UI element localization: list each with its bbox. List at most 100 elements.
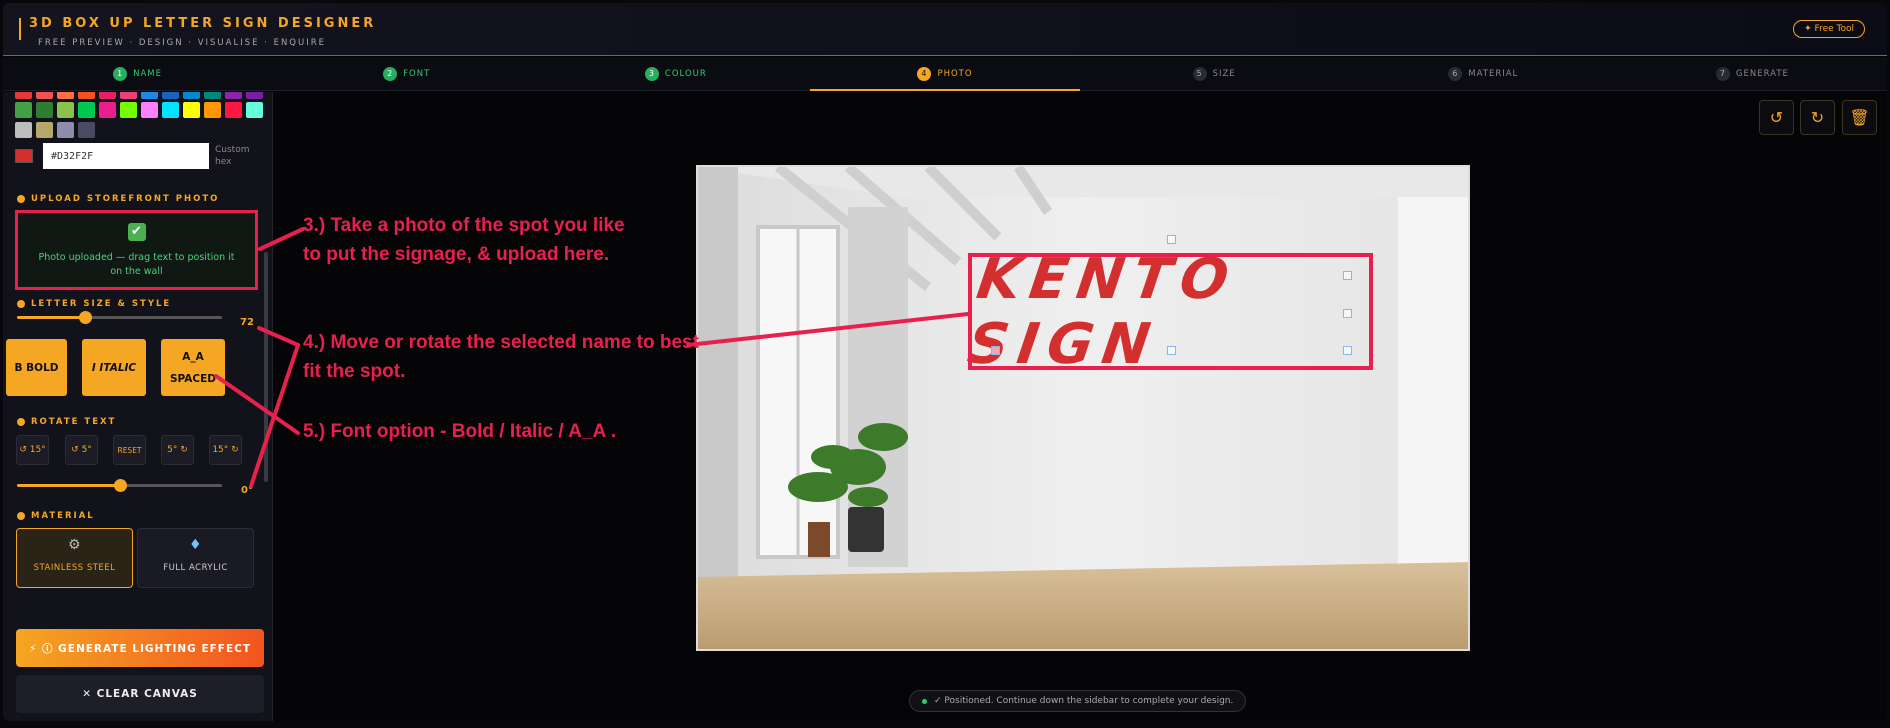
italic-button[interactable]: I ITALIC (82, 339, 146, 396)
step-label: FONT (403, 68, 431, 79)
rotate-heading: ROTATE TEXT (17, 417, 116, 427)
color-swatch[interactable] (246, 92, 263, 99)
section-title: LETTER SIZE & STYLE (31, 299, 172, 309)
sidebar-scrollbar[interactable] (264, 252, 268, 482)
letter-size-value: 72 (240, 317, 254, 328)
slider-fill (17, 484, 120, 487)
bold-button[interactable]: B BOLD (6, 339, 67, 396)
color-swatch[interactable] (120, 102, 137, 118)
photo-upload-dropzone[interactable]: ✔ Photo uploaded — drag text to position… (15, 210, 258, 290)
title-accent-bar (19, 18, 21, 40)
step-tab-size[interactable]: 5 SIZE (1080, 57, 1349, 90)
section-title: ROTATE TEXT (31, 417, 117, 427)
slider-knob[interactable] (78, 311, 92, 324)
color-swatch[interactable] (183, 102, 200, 118)
clear-canvas-button[interactable]: ✕ CLEAR CANVAS (16, 675, 264, 713)
step-tab-font[interactable]: 2 FONT (272, 57, 541, 90)
step-number: 3 (644, 66, 659, 81)
material-stainless-steel[interactable]: ⚙ STAINLESS STEEL (16, 528, 133, 588)
custom-hex-label: Custom hex (215, 145, 250, 167)
color-swatch[interactable] (78, 122, 95, 138)
current-color-chip[interactable] (15, 149, 33, 163)
rotate-ccw-15-button[interactable]: ↺ 15° (16, 435, 49, 465)
color-swatch[interactable] (225, 102, 242, 118)
color-swatch-row (15, 102, 263, 118)
color-swatch[interactable] (204, 92, 221, 99)
material-label: FULL ACRYLIC (163, 563, 228, 573)
design-canvas[interactable]: ↺ ↻ 🗑 ✓ Positioned. Continue down the si… (274, 92, 1887, 721)
rotate-slider[interactable] (17, 479, 222, 492)
undo-icon[interactable]: ↺ (1759, 100, 1794, 135)
color-swatch[interactable] (120, 92, 137, 99)
color-swatch[interactable] (99, 102, 116, 118)
letter-size-heading: LETTER SIZE & STYLE (17, 299, 171, 309)
letter-size-slider[interactable] (17, 311, 222, 324)
step-label: SIZE (1212, 68, 1236, 79)
slider-fill (17, 316, 85, 319)
step-label: NAME (133, 68, 163, 79)
material-full-acrylic[interactable]: ♦ FULL ACRYLIC (137, 528, 254, 588)
step-tab-photo[interactable]: 4 PHOTO (810, 57, 1080, 91)
color-swatch[interactable] (183, 92, 200, 99)
color-swatch[interactable] (162, 92, 179, 99)
sidebar-scroll-area[interactable]: Custom hex UPLOAD STOREFRONT PHOTO ✔ Pho… (3, 92, 273, 622)
gear-icon: ⚙ (67, 537, 82, 553)
color-swatch[interactable] (57, 92, 74, 99)
color-swatch[interactable] (162, 102, 179, 118)
material-heading: MATERIAL (17, 511, 95, 521)
step-tab-colour[interactable]: 3 COLOUR (541, 57, 810, 90)
color-swatch[interactable] (36, 92, 53, 99)
step-number: 6 (1448, 66, 1463, 81)
step-label: COLOUR (664, 68, 707, 79)
step-tab-material[interactable]: 6 MATERIAL (1349, 57, 1618, 90)
color-swatch[interactable] (141, 92, 158, 99)
step-tab-name[interactable]: 1 NAME (3, 57, 272, 90)
color-swatch[interactable] (141, 102, 158, 118)
section-dot-icon (17, 300, 25, 308)
redo-icon[interactable]: ↻ (1800, 100, 1835, 135)
color-swatch[interactable] (225, 92, 242, 99)
step-number: 2 (383, 66, 398, 81)
slider-knob[interactable] (113, 479, 127, 492)
room-photo-illustration (698, 167, 1468, 649)
color-swatch-row (15, 92, 263, 99)
color-swatch[interactable] (36, 122, 53, 138)
step-tab-generate[interactable]: 7 GENERATE (1618, 57, 1887, 90)
color-swatch[interactable] (204, 102, 221, 118)
section-title: UPLOAD STOREFRONT PHOTO (31, 194, 220, 204)
trash-icon[interactable]: 🗑 (1842, 100, 1877, 135)
color-swatch[interactable] (57, 102, 74, 118)
spaced-button-glyph: A_A (182, 350, 204, 363)
free-tool-badge[interactable]: ✦ Free Tool (1793, 20, 1865, 38)
rotate-ccw-5-button[interactable]: ↺ 5° (65, 435, 98, 465)
spaced-button[interactable]: A_A SPACED (161, 339, 225, 396)
annotation-step4: 4.) Move or rotate the selected name to … (303, 332, 699, 382)
color-swatch[interactable] (15, 102, 32, 118)
color-swatch[interactable] (99, 92, 116, 99)
resize-handle[interactable] (1167, 235, 1176, 244)
gem-icon: ♦ (188, 537, 203, 553)
rotate-cw-15-button[interactable]: 15° ↻ (209, 435, 242, 465)
generate-lighting-button[interactable]: ⚡ ⓘ GENERATE LIGHTING EFFECT (16, 629, 264, 667)
rotate-reset-button[interactable]: RESET (113, 435, 146, 465)
color-swatch[interactable] (78, 102, 95, 118)
app-window: 3D BOX UP LETTER SIGN DESIGNER FREE PREV… (3, 3, 1887, 721)
app-title: 3D BOX UP LETTER SIGN DESIGNER (29, 16, 377, 31)
color-swatch[interactable] (15, 92, 32, 99)
color-swatch[interactable] (246, 102, 263, 118)
canvas-status-text: ✓ Positioned. Continue down the sidebar … (934, 696, 1234, 706)
step-label: MATERIAL (1468, 68, 1519, 79)
storefront-photo (696, 165, 1470, 651)
upload-status-text: Photo uploaded — drag text to position i… (38, 252, 235, 277)
spaced-button-label: SPACED (169, 372, 216, 385)
step-number: 1 (113, 66, 128, 81)
section-title: MATERIAL (31, 511, 95, 521)
app-header: 3D BOX UP LETTER SIGN DESIGNER FREE PREV… (3, 3, 1887, 56)
color-swatch[interactable] (15, 122, 32, 138)
rotate-cw-5-button[interactable]: 5° ↻ (161, 435, 194, 465)
color-swatch[interactable] (78, 92, 95, 99)
color-swatch[interactable] (57, 122, 74, 138)
color-swatch[interactable] (36, 102, 53, 118)
hex-input[interactable] (43, 143, 209, 169)
canvas-status-bar: ✓ Positioned. Continue down the sidebar … (909, 690, 1247, 712)
